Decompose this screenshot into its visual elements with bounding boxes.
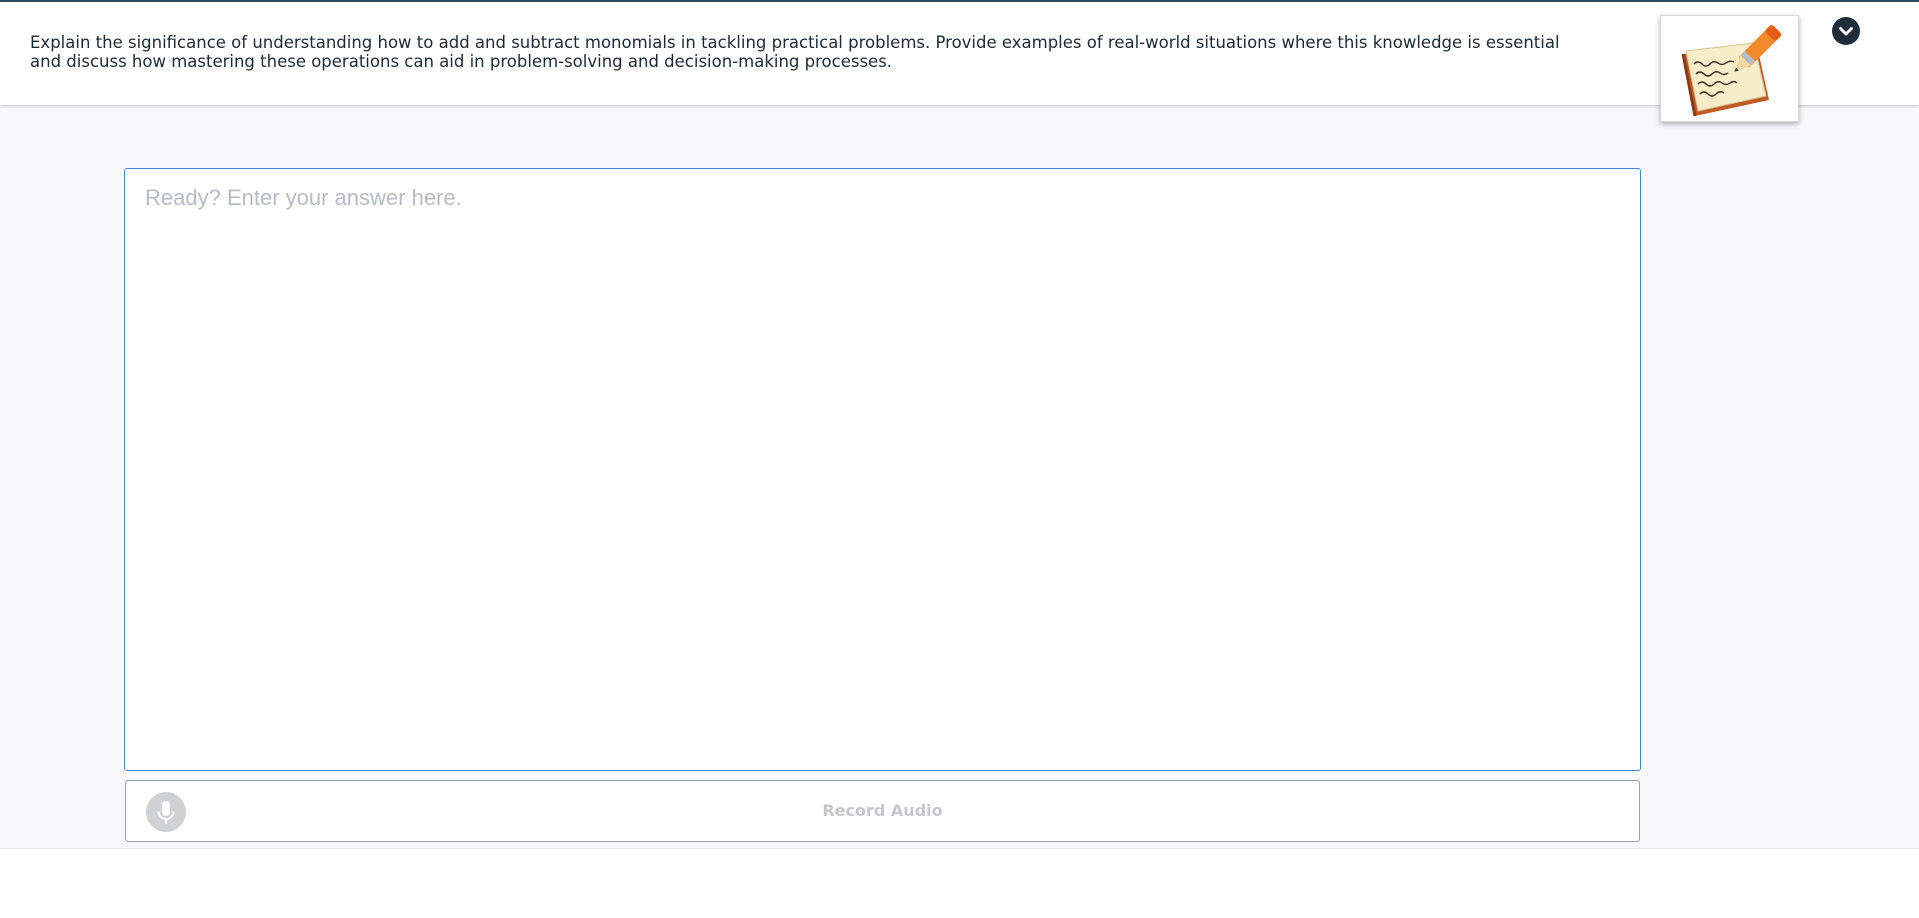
prompt-header: Explain the significance of understandin… — [0, 2, 1919, 105]
record-audio-button[interactable]: Record Audio — [125, 780, 1640, 842]
microphone-icon — [157, 801, 175, 824]
answer-textarea[interactable] — [124, 168, 1641, 771]
microphone-button[interactable] — [146, 792, 186, 832]
prompt-text: Explain the significance of understandin… — [30, 33, 1560, 71]
page: Explain the significance of understandin… — [0, 0, 1919, 918]
collapse-prompt-button[interactable] — [1832, 17, 1860, 45]
prompt-image[interactable] — [1660, 15, 1799, 122]
chevron-down-icon — [1839, 27, 1853, 36]
record-audio-label: Record Audio — [822, 801, 943, 820]
notebook-pen-icon — [1681, 25, 1781, 117]
